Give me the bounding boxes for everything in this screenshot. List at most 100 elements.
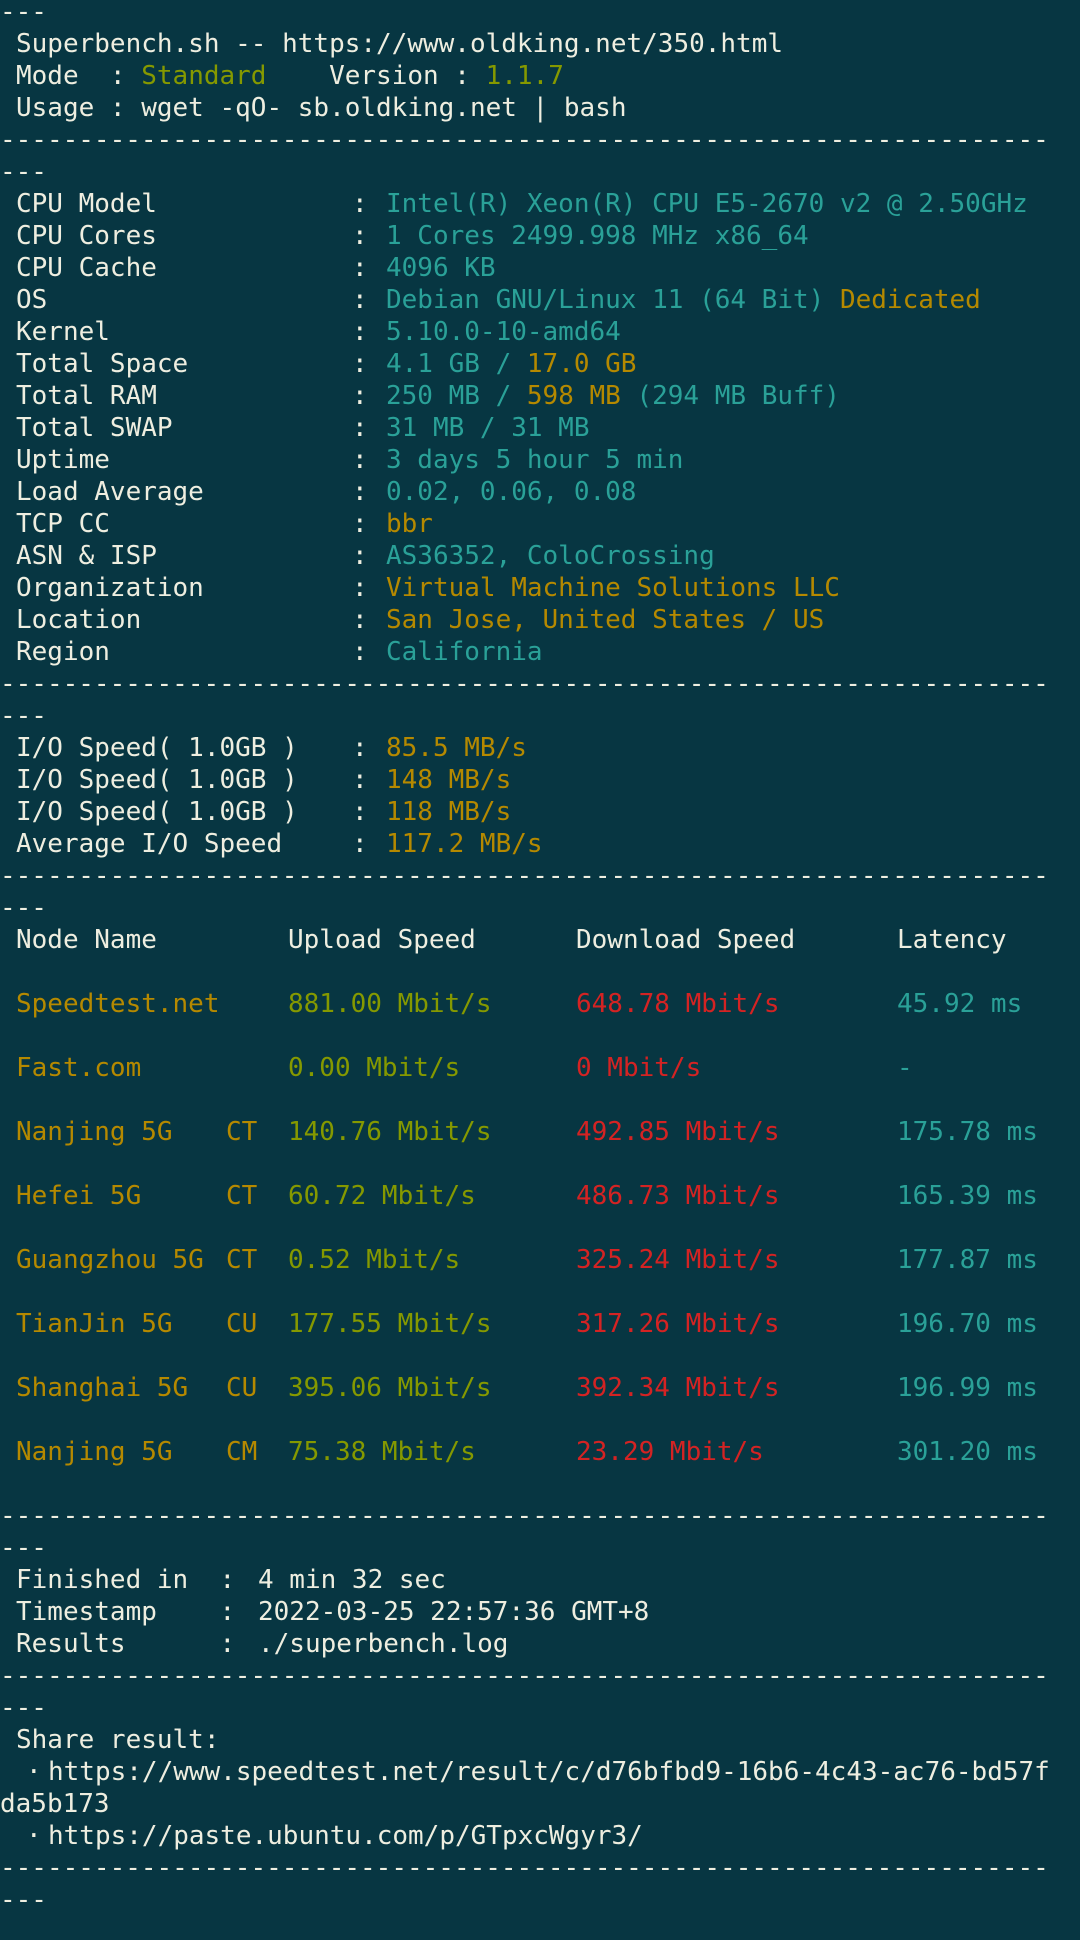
colon: : (352, 413, 368, 443)
colon: : (352, 573, 368, 603)
info-label: Organization (16, 573, 204, 603)
isp-code: CU (226, 1373, 258, 1403)
separator-wrap: --- (0, 0, 1080, 28)
info-value: AS36352, ColoCrossing (386, 540, 715, 572)
node-name: Guangzhou 5G (16, 1245, 204, 1275)
info-row: Kernel:5.10.0-10-amd64 (0, 316, 1080, 348)
colon: : (352, 829, 368, 859)
separator: ----------------------------------------… (0, 124, 1080, 156)
info-label: Location (16, 605, 142, 635)
speedtest-result-link-cont[interactable]: da5b173 (0, 1788, 110, 1820)
separator-dashes: --- (0, 893, 47, 923)
summary-row: Finished in : 4 min 32 sec (0, 1564, 1080, 1596)
info-label: CPU Model (16, 189, 157, 219)
info-label: Kernel (16, 317, 110, 347)
separator: ----------------------------------------… (0, 668, 1080, 700)
info-value: 1 Cores 2499.998 MHz x86_64 (386, 220, 809, 252)
separator-wrap: --- (0, 700, 1080, 732)
io-value: 117.2 MB/s (386, 829, 543, 859)
info-value: 4.1 GB / 17.0 GB (386, 348, 636, 380)
separator: ----------------------------------------… (0, 1852, 1080, 1884)
info-row: Uptime:3 days 5 hour 5 min (0, 444, 1080, 476)
colon: : (352, 221, 368, 251)
latency: 45.92 ms (897, 989, 1023, 1019)
speedtest-row: TianJin 5G CU 177.55 Mbit/s 317.26 Mbit/s 19… (0, 1308, 1080, 1340)
summary-row: Results : ./superbench.log (0, 1628, 1080, 1660)
bullet-icon: · (26, 1821, 42, 1851)
download-speed: 492.85 Mbit/s (576, 1117, 780, 1147)
upload-speed: 177.55 Mbit/s (288, 1309, 492, 1339)
separator-dashes: --- (0, 0, 47, 27)
share-title: Share result: (0, 1724, 1080, 1756)
info-row: ASN & ISP: AS36352, ColoCrossing (0, 540, 1080, 572)
info-value-segment: 250 MB / (386, 381, 527, 411)
separator-dashes: ----------------------------------------… (0, 125, 1049, 155)
node-name: Nanjing 5G (16, 1117, 173, 1147)
separator-wrap: --- (0, 156, 1080, 188)
io-row: I/O Speed( 1.0GB ):118 MB/s (0, 796, 1080, 828)
info-value: 3 days 5 hour 5 min (386, 444, 683, 476)
share-link: · https://paste.ubuntu.com/p/GTpxcWgyr3/ (0, 1820, 1080, 1852)
speedtest-row: Nanjing 5G CT 140.76 Mbit/s 492.85 Mbit/s 17… (0, 1116, 1080, 1148)
colon: : (352, 189, 368, 219)
speedtest-result-link[interactable]: https://www.speedtest.net/result/c/d76bf… (48, 1756, 1050, 1788)
isp-code: CT (226, 1245, 258, 1275)
separator-dashes: --- (0, 1885, 47, 1915)
paste-link[interactable]: https://paste.ubuntu.com/p/GTpxcWgyr3/ (48, 1820, 643, 1852)
info-value-segment: 5.10.0-10-amd64 (386, 317, 621, 347)
separator-dashes: ----------------------------------------… (0, 1853, 1049, 1883)
info-value: Virtual Machine Solutions LLC (386, 572, 840, 604)
colon: : (352, 797, 368, 827)
column-header-download-speed: Download Speed (576, 925, 796, 955)
separator-wrap: --- (0, 1532, 1080, 1564)
info-row: Region: California (0, 636, 1080, 668)
terminal-output: --- Superbench.sh -- https://www.oldking.… (0, 0, 1080, 1940)
info-value-segment: bbr (386, 509, 433, 539)
separator: ----------------------------------------… (0, 860, 1080, 892)
info-value: San Jose, United States / US (386, 604, 824, 636)
download-speed: 392.34 Mbit/s (576, 1373, 780, 1403)
io-label: Average I/O Speed (16, 829, 283, 859)
upload-speed: 395.06 Mbit/s (288, 1373, 492, 1403)
info-row: CPU Cache:4096 KB (0, 252, 1080, 284)
summary-value: ./superbench.log (258, 1629, 509, 1659)
info-value: 250 MB / 598 MB (294 MB Buff) (386, 380, 840, 412)
upload-speed: 0.00 Mbit/s (288, 1053, 461, 1083)
bullet-icon: · (26, 1757, 42, 1787)
io-label: I/O Speed( 1.0GB ) (16, 733, 298, 763)
isp-code: CT (226, 1117, 258, 1147)
info-value: bbr (386, 508, 433, 540)
latency: 196.70 ms (897, 1309, 1038, 1339)
info-value-segment: California (386, 637, 543, 667)
separator-dashes: --- (0, 1533, 47, 1563)
separator-wrap: --- (0, 1692, 1080, 1724)
colon: : (352, 509, 368, 539)
colon: : (352, 765, 368, 795)
mode-line: Mode : Standard Version : 1.1.7 (0, 60, 1080, 92)
info-label: Region (16, 637, 110, 667)
info-value-segment: Debian GNU/Linux 11 (64 Bit) (386, 285, 840, 315)
info-label: Total RAM (16, 381, 157, 411)
colon: : (352, 733, 368, 763)
upload-speed: 60.72 Mbit/s (288, 1181, 476, 1211)
speedtest-row: Fast.com 0.00 Mbit/s 0 Mbit/s - (0, 1052, 1080, 1084)
info-row: CPU Cores:1 Cores 2499.998 MHz x86_64 (0, 220, 1080, 252)
info-row: CPU Model: Intel(R) Xeon(R) CPU E5-2670 v… (0, 188, 1080, 220)
io-value: 85.5 MB/s (386, 733, 527, 763)
speedtest-row: Shanghai 5G CU 395.06 Mbit/s 392.34 Mbit/s 1… (0, 1372, 1080, 1404)
info-row: Location: San Jose, United States / US (0, 604, 1080, 636)
info-value-segment: Dedicated (839, 285, 981, 315)
info-row: Organization: Virtual Machine Solutions L… (0, 572, 1080, 604)
node-name: Shanghai 5G (16, 1373, 189, 1403)
node-name: TianJin 5G (16, 1309, 173, 1339)
usage-text: Usage : wget -qO- sb.oldking.net | bash (16, 93, 627, 123)
upload-speed: 0.52 Mbit/s (288, 1245, 461, 1275)
info-label: CPU Cache (16, 253, 157, 283)
info-value: Intel(R) Xeon(R) CPU E5-2670 v2 @ 2.50GH… (386, 188, 1028, 220)
info-value-segment: 3 days 5 hour 5 min (386, 445, 684, 475)
download-speed: 648.78 Mbit/s (576, 989, 780, 1019)
info-value-segment: (294 MB Buff) (620, 381, 840, 411)
separator-dashes: ----------------------------------------… (0, 669, 1049, 699)
summary-row: Timestamp : 2022-03-25 22:57:36 GMT+8 (0, 1596, 1080, 1628)
info-row: Load Average:0.02, 0.06, 0.08 (0, 476, 1080, 508)
